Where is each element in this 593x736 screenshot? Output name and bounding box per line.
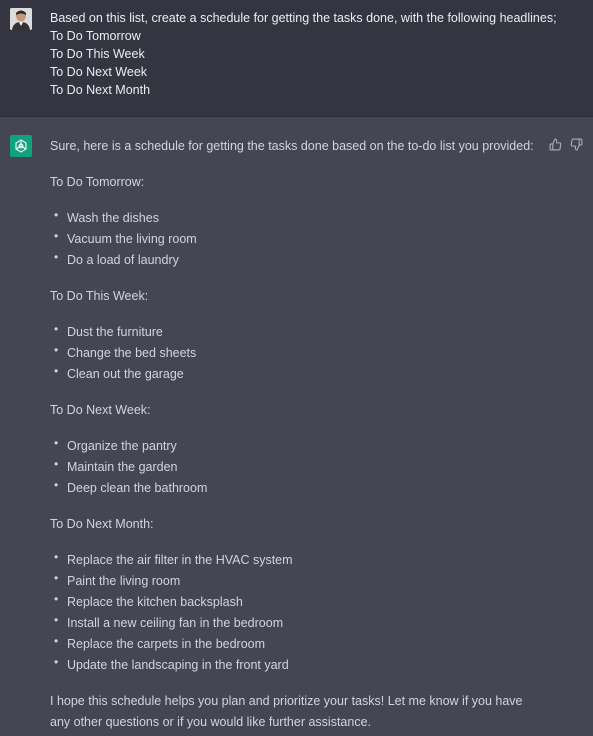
list-item: • Wash the dishes (54, 208, 159, 225)
chatgpt-logo-icon (10, 135, 32, 157)
list-item: • Replace the air filter in the HVAC syst… (54, 550, 293, 567)
thumbs-up-icon[interactable] (549, 138, 562, 151)
list-item: • Vacuum the living room (54, 229, 197, 246)
user-line: To Do This Week (50, 47, 145, 61)
list-item: • Replace the carpets in the bedroom (54, 634, 266, 651)
assistant-message-text: Sure, here is a schedule for getting the… (50, 136, 545, 733)
task-text: Deep clean the bathroom (67, 481, 208, 495)
feedback-controls (549, 138, 583, 151)
list-item: • Clean out the garage (54, 364, 184, 381)
list-item: • Paint the living room (54, 571, 181, 588)
task-text: Organize the pantry (67, 439, 177, 453)
list-item: • Replace the kitchen backsplash (54, 592, 243, 609)
section-heading: To Do Next Month: (50, 517, 154, 531)
assistant-intro: Sure, here is a schedule for getting the… (50, 139, 534, 153)
task-text: Update the landscaping in the front yard (67, 658, 289, 672)
task-text: Replace the air filter in the HVAC syste… (67, 553, 293, 567)
list-item: • Deep clean the bathroom (54, 478, 208, 495)
user-message-text: Based on this list, create a schedule fo… (50, 9, 583, 99)
task-list: • Organize the pantry • Maintain the garde… (50, 436, 545, 499)
task-text: Do a load of laundry (67, 253, 179, 267)
task-text: Vacuum the living room (67, 232, 197, 246)
list-item: • Do a load of laundry (54, 250, 179, 267)
task-list: • Replace the air filter in the HVAC syst… (50, 550, 545, 676)
list-item: • Organize the pantry (54, 436, 177, 453)
section-heading: To Do Tomorrow: (50, 175, 145, 189)
task-text: Replace the carpets in the bedroom (67, 637, 266, 651)
assistant-closing: I hope this schedule helps you plan and … (50, 694, 523, 729)
user-avatar (10, 8, 32, 30)
user-line: To Do Tomorrow (50, 29, 141, 43)
user-message: Based on this list, create a schedule fo… (0, 0, 593, 117)
list-item: • Change the bed sheets (54, 343, 197, 360)
task-text: Clean out the garage (67, 367, 184, 381)
task-text: Change the bed sheets (67, 346, 197, 360)
task-text: Maintain the garden (67, 460, 178, 474)
list-item: • Install a new ceiling fan in the bedroo… (54, 613, 284, 630)
task-list: • Dust the furniture • Change the bed shee… (50, 322, 545, 385)
list-item: • Maintain the garden (54, 457, 178, 474)
task-text: Paint the living room (67, 574, 181, 588)
task-text: Dust the furniture (67, 325, 163, 339)
user-line: Based on this list, create a schedule fo… (50, 11, 557, 25)
list-item: • Dust the furniture (54, 322, 163, 339)
user-line: To Do Next Week (50, 65, 148, 79)
task-text: Replace the kitchen backsplash (67, 595, 243, 609)
task-text: Wash the dishes (67, 211, 159, 225)
thumbs-down-icon[interactable] (570, 138, 583, 151)
section-heading: To Do Next Week: (50, 403, 151, 417)
section-heading: To Do This Week: (50, 289, 149, 303)
task-text: Install a new ceiling fan in the bedroom (67, 616, 284, 630)
task-list: • Wash the dishes • Vacuum the living room… (50, 208, 545, 271)
list-item: • Update the landscaping in the front yar… (54, 655, 289, 672)
user-line: To Do Next Month (50, 83, 151, 97)
